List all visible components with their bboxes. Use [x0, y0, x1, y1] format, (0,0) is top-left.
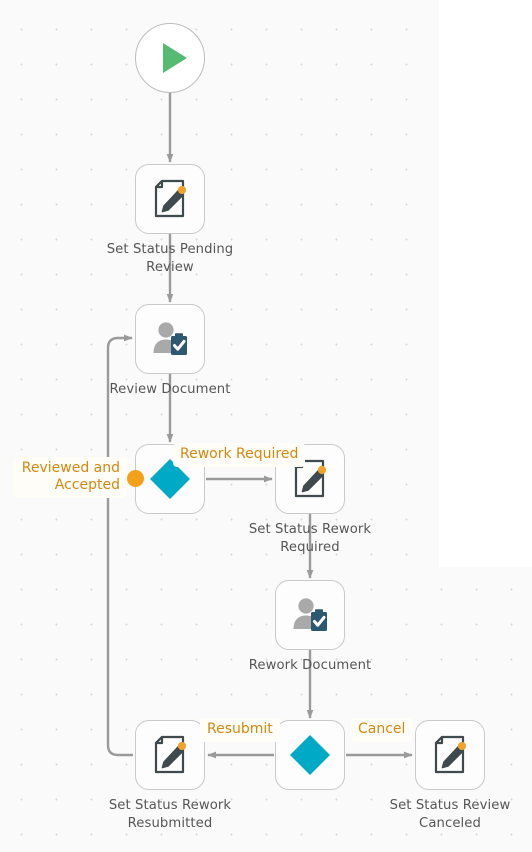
port-dot-reviewed-accepted[interactable]: [127, 470, 144, 487]
panel-overlay: [439, 0, 532, 567]
caption-review-document: Review Document: [109, 382, 231, 397]
node-review-document[interactable]: [135, 304, 205, 374]
user-task-icon: [287, 592, 333, 638]
diamond-icon: [287, 732, 333, 778]
node-set-status-review-canceled[interactable]: [415, 720, 485, 790]
workflow-canvas[interactable]: Set Status Pending Review Review Documen…: [0, 0, 532, 852]
edge-loop-back-to-review: [106, 334, 133, 757]
play-icon: [151, 36, 195, 80]
node-rework-document[interactable]: [275, 580, 345, 650]
edge-label-cancel[interactable]: Cancel: [351, 718, 413, 742]
document-edit-icon: [427, 732, 473, 778]
caption-set-status-rework-resubmitted: Set Status Rework Resubmitted: [108, 798, 232, 831]
document-edit-icon: [147, 176, 193, 222]
caption-set-status-rework-required: Set Status Rework Required: [248, 522, 372, 555]
edge-label-resubmit[interactable]: Resubmit: [200, 718, 280, 742]
node-rework-decision[interactable]: [275, 720, 345, 790]
node-set-status-pending-review[interactable]: [135, 164, 205, 234]
caption-set-status-pending-review: Set Status Pending Review: [106, 242, 234, 275]
edge-label-reviewed-and-accepted[interactable]: Reviewed and Accepted: [13, 457, 127, 498]
user-task-icon: [147, 316, 193, 362]
node-set-status-rework-resubmitted[interactable]: [135, 720, 205, 790]
node-start[interactable]: [135, 23, 205, 93]
document-edit-icon: [147, 732, 193, 778]
caption-set-status-review-canceled: Set Status Review Canceled: [389, 798, 511, 831]
caption-rework-document: Rework Document: [248, 658, 372, 673]
edge-label-rework-required[interactable]: Rework Required: [173, 443, 306, 467]
